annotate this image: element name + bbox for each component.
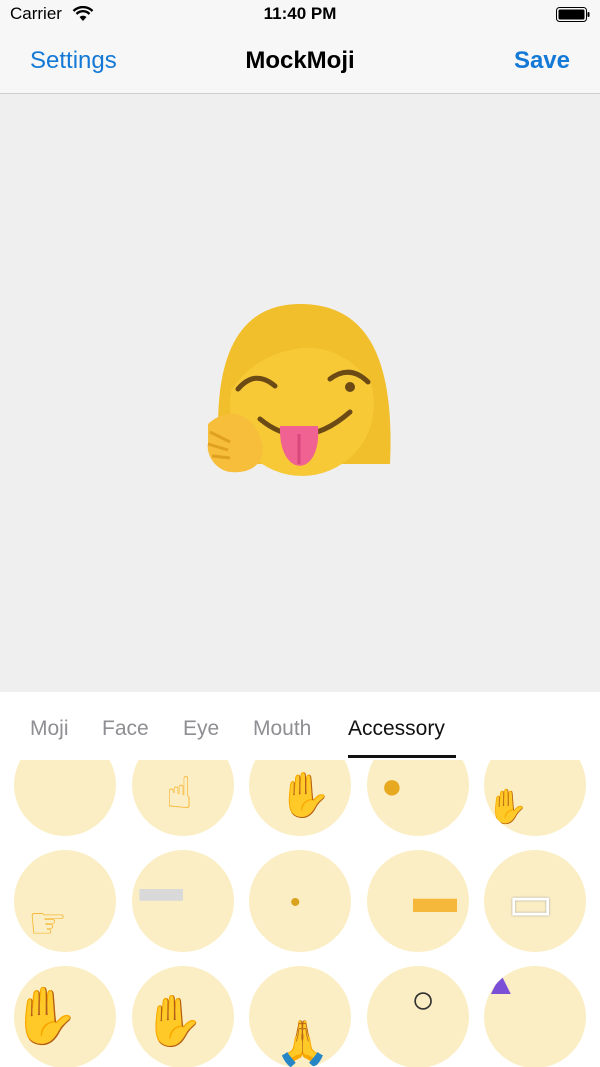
accessory-item[interactable]: ✋ [132, 966, 234, 1067]
pointing-up-hand-icon: ☝ [166, 769, 193, 818]
thumb-icon: ● [381, 765, 403, 806]
accessory-item[interactable]: ▲ [484, 966, 586, 1067]
accessory-item[interactable]: ▭ [484, 850, 586, 952]
page-title: MockMoji [245, 47, 355, 74]
raised-hand-left-icon: ✋ [14, 984, 80, 1047]
bandage-icon: ━ [140, 856, 183, 934]
raised-hand-right-icon: ✋ [142, 993, 205, 1049]
pointing-hand-icon: ☞ [28, 899, 68, 948]
tab-moji[interactable]: Moji [30, 717, 69, 741]
category-tabs: Moji Face Eye Mouth Accessory [0, 692, 600, 760]
accessory-item[interactable]: ▬ [367, 850, 469, 952]
accessory-item[interactable]: ○ [367, 966, 469, 1067]
mockmoji-avatar [207, 304, 391, 476]
battery-icon [556, 7, 590, 22]
status-bar: Carrier 11:40 PM [0, 0, 600, 30]
accessory-item[interactable]: ✋ [249, 760, 351, 836]
accessory-item[interactable]: ☝ [132, 760, 234, 836]
small-wave-hand-icon: ✋ [486, 788, 529, 826]
accessory-item[interactable]: ● [367, 760, 469, 836]
accessory-item[interactable]: ✋ [484, 760, 586, 836]
accessory-item[interactable]: ━ [132, 850, 234, 952]
waving-hand-icon: ✋ [277, 771, 332, 820]
tab-eye[interactable]: Eye [183, 717, 219, 741]
accessory-item[interactable]: 🙏 [249, 966, 351, 1067]
accessory-item[interactable]: ✋ [14, 966, 116, 1067]
monocle-icon: ○ [411, 978, 436, 1022]
save-button[interactable]: Save [514, 47, 570, 75]
clock: 11:40 PM [263, 4, 337, 23]
active-tab-indicator [348, 755, 456, 758]
cigarette-icon: ▬ [413, 873, 457, 922]
tab-accessory[interactable]: Accessory [348, 717, 445, 741]
tab-mouth[interactable]: Mouth [253, 717, 311, 741]
dot-icon: • [290, 886, 301, 919]
accessory-item[interactable] [14, 760, 116, 836]
accessory-item[interactable]: ☞ [14, 850, 116, 952]
face-mask-icon: ▭ [508, 877, 554, 930]
accessory-grid: ☝ ✋ ● ✋ ☞ ━ • ▬ ▭ ✋ ✋ 🙏 ○ ▲ [0, 760, 600, 1067]
emoji-preview [0, 94, 600, 738]
tab-face[interactable]: Face [102, 717, 149, 741]
praying-hands-icon: 🙏 [275, 1019, 330, 1067]
party-hat-icon: ▲ [484, 966, 518, 1002]
navigation-bar: Settings MockMoji Save [0, 30, 600, 94]
accessory-item[interactable]: • [249, 850, 351, 952]
